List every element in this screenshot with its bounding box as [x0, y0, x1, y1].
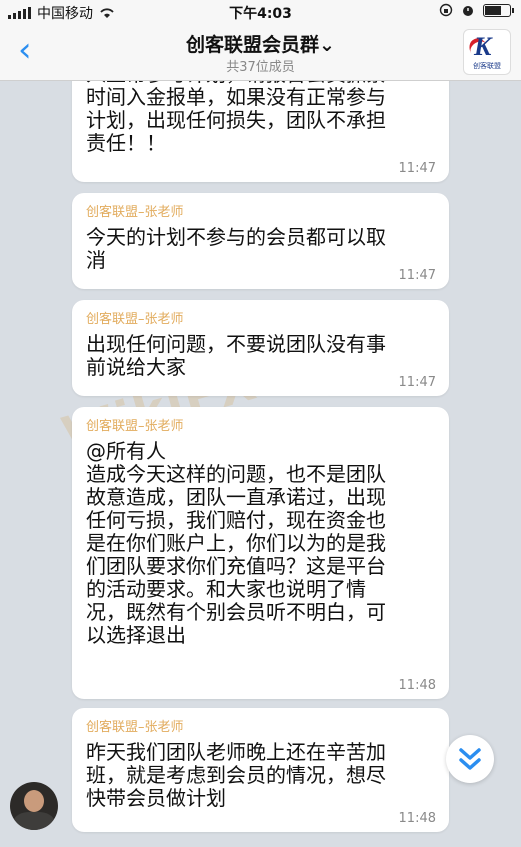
logo-caption: 创客联盟 — [473, 62, 501, 70]
scroll-to-bottom-button[interactable] — [446, 735, 494, 783]
sender-name: 创客联盟–张老师 — [86, 312, 184, 327]
avatar[interactable] — [10, 782, 58, 830]
message-time: 11:47 — [398, 268, 436, 283]
group-title[interactable]: 创客联盟会员群⌄ — [0, 30, 521, 57]
message-text: 今天的计划不参与的会员都可以取 消 — [86, 225, 386, 272]
message-time: 11:48 — [398, 678, 436, 693]
message-time: 11:47 — [398, 375, 436, 390]
avatar-face — [24, 790, 44, 812]
chat-area[interactable]: WikiFX WikiFX 入正常参与计划，请报告会员抓紧 时间入金报单，如果没… — [0, 81, 521, 847]
message-text: 昨天我们团队老师晚上还在辛苦加 班，就是考虑到会员的情况，想尽 快带会员做计划 — [86, 740, 386, 810]
sender-name: 创客联盟–张老师 — [86, 205, 184, 220]
member-count: 共37位成员 — [226, 60, 295, 75]
group-title-text: 创客联盟会员群 — [186, 34, 320, 56]
status-bar: 中国移动 下午4:03 — [0, 0, 521, 24]
message-time: 11:47 — [398, 161, 436, 176]
battery-icon — [483, 3, 514, 17]
chevron-down-icon: ⌄ — [319, 34, 335, 56]
chat-header: ‹ 创客联盟会员群⌄ 共37位成员 K 创客联盟 — [0, 24, 521, 81]
group-avatar[interactable]: K 创客联盟 — [463, 29, 511, 75]
message-bubble[interactable]: 创客联盟–张老师 昨天我们团队老师晚上还在辛苦加 班，就是考虑到会员的情况，想尽… — [72, 708, 449, 832]
logo-k-icon: K — [474, 32, 492, 61]
message-bubble[interactable]: 创客联盟–张老师 @所有人 造成今天这样的问题，也不是团队 故意造成，团队一直承… — [72, 407, 449, 699]
sender-name: 创客联盟–张老师 — [86, 720, 184, 735]
alarm-icon — [463, 6, 473, 16]
message-time: 11:48 — [398, 811, 436, 826]
message-text: @所有人 造成今天这样的问题，也不是团队 故意造成，团队一直承诺过，出现 任何亏… — [86, 439, 386, 647]
message-bubble[interactable]: 入正常参与计划，请报告会员抓紧 时间入金报单，如果没有正常参与 计划，出现任何损… — [72, 81, 449, 182]
message-text: 出现任何问题，不要说团队没有事 前说给大家 — [86, 332, 386, 379]
message-bubble[interactable]: 创客联盟–张老师 今天的计划不参与的会员都可以取 消 11:47 — [72, 193, 449, 289]
avatar-body — [14, 812, 54, 830]
lock-rotation-icon — [439, 3, 453, 17]
message-text: 入正常参与计划，请报告会员抓紧 时间入金报单，如果没有正常参与 计划，出现任何损… — [86, 81, 386, 155]
message-bubble[interactable]: 创客联盟–张老师 出现任何问题，不要说团队没有事 前说给大家 11:47 — [72, 300, 449, 396]
status-right — [439, 3, 514, 17]
sender-name: 创客联盟–张老师 — [86, 419, 184, 434]
double-chevron-down-icon — [459, 748, 481, 770]
